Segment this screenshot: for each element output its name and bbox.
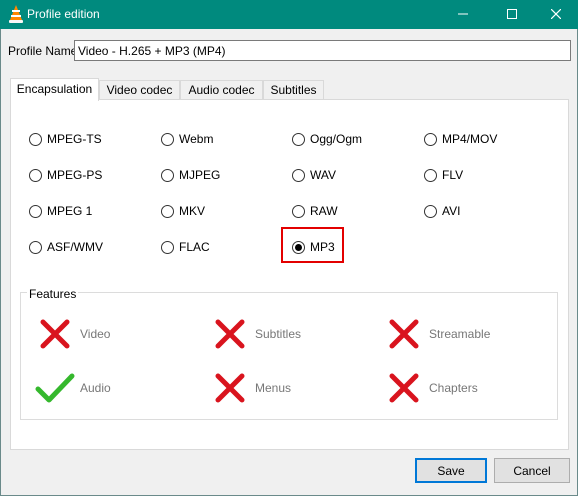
cancel-button[interactable]: Cancel — [494, 458, 570, 483]
feature-label: Subtitles — [255, 327, 302, 341]
radio-button[interactable] — [29, 240, 42, 254]
minimize-button[interactable] — [440, 0, 486, 29]
radio-button[interactable] — [161, 168, 174, 182]
cross-icon — [35, 318, 75, 350]
radio-mpeg-1[interactable]: MPEG 1 — [29, 203, 92, 219]
radio-button[interactable] — [29, 168, 42, 182]
radio-mjpeg[interactable]: MJPEG — [161, 167, 220, 183]
feature-label: Audio — [80, 381, 111, 395]
radio-raw[interactable]: RAW — [292, 203, 338, 219]
radio-webm[interactable]: Webm — [161, 131, 213, 147]
features-title: Features — [27, 287, 79, 301]
cross-icon — [384, 372, 424, 404]
radio-flac[interactable]: FLAC — [161, 239, 210, 255]
radio-button[interactable] — [424, 204, 437, 218]
radio-asf-wmv[interactable]: ASF/WMV — [29, 239, 103, 255]
profile-name-input[interactable] — [74, 40, 571, 61]
close-button[interactable] — [533, 0, 578, 29]
window-title: Profile edition — [27, 7, 100, 21]
radio-button[interactable] — [424, 168, 437, 182]
maximize-icon — [507, 8, 517, 22]
radio-button[interactable] — [29, 132, 42, 146]
radio-button[interactable] — [292, 132, 305, 146]
feature-menus: Menus — [210, 372, 291, 404]
feature-subtitles: Subtitles — [210, 318, 301, 350]
tab-video-codec[interactable]: Video codec — [99, 80, 180, 100]
cross-icon — [384, 318, 424, 350]
tab-encapsulation[interactable]: Encapsulation — [10, 78, 99, 101]
checkmark-icon — [35, 372, 75, 404]
feature-audio: Audio — [35, 372, 111, 404]
feature-video: Video — [35, 318, 110, 350]
feature-chapters: Chapters — [384, 372, 478, 404]
radio-mpeg-ts[interactable]: MPEG-TS — [29, 131, 102, 147]
radio-mpeg-ps[interactable]: MPEG-PS — [29, 167, 102, 183]
close-icon — [550, 8, 562, 22]
radio-avi[interactable]: AVI — [424, 203, 460, 219]
radio-mkv[interactable]: MKV — [161, 203, 205, 219]
vlc-cone-icon — [8, 5, 24, 23]
maximize-button[interactable] — [489, 0, 535, 29]
feature-label: Menus — [255, 381, 292, 395]
profile-name-label: Profile Name — [8, 44, 78, 58]
radio-flv[interactable]: FLV — [424, 167, 463, 183]
radio-mp4-mov[interactable]: MP4/MOV — [424, 131, 497, 147]
feature-streamable: Streamable — [384, 318, 490, 350]
radio-button[interactable] — [161, 204, 174, 218]
tab-audio-codec[interactable]: Audio codec — [180, 80, 263, 100]
features-groupbox — [20, 292, 558, 420]
save-button[interactable]: Save — [415, 458, 487, 483]
radio-button[interactable] — [161, 240, 174, 254]
tab-subtitles[interactable]: Subtitles — [263, 80, 324, 100]
feature-label: Video — [80, 327, 111, 341]
feature-label: Streamable — [429, 327, 491, 341]
radio-ogg-ogm[interactable]: Ogg/Ogm — [292, 131, 362, 147]
radio-wav[interactable]: WAV — [292, 167, 336, 183]
selection-highlight-box — [281, 227, 344, 263]
radio-button[interactable] — [292, 204, 305, 218]
radio-button[interactable] — [424, 132, 437, 146]
minimize-icon — [458, 8, 468, 22]
radio-button[interactable] — [161, 132, 174, 146]
feature-label: Chapters — [429, 381, 478, 395]
title-bar: Profile edition — [0, 0, 578, 29]
radio-button[interactable] — [29, 204, 42, 218]
cross-icon — [210, 318, 250, 350]
cross-icon — [210, 372, 250, 404]
radio-button[interactable] — [292, 168, 305, 182]
